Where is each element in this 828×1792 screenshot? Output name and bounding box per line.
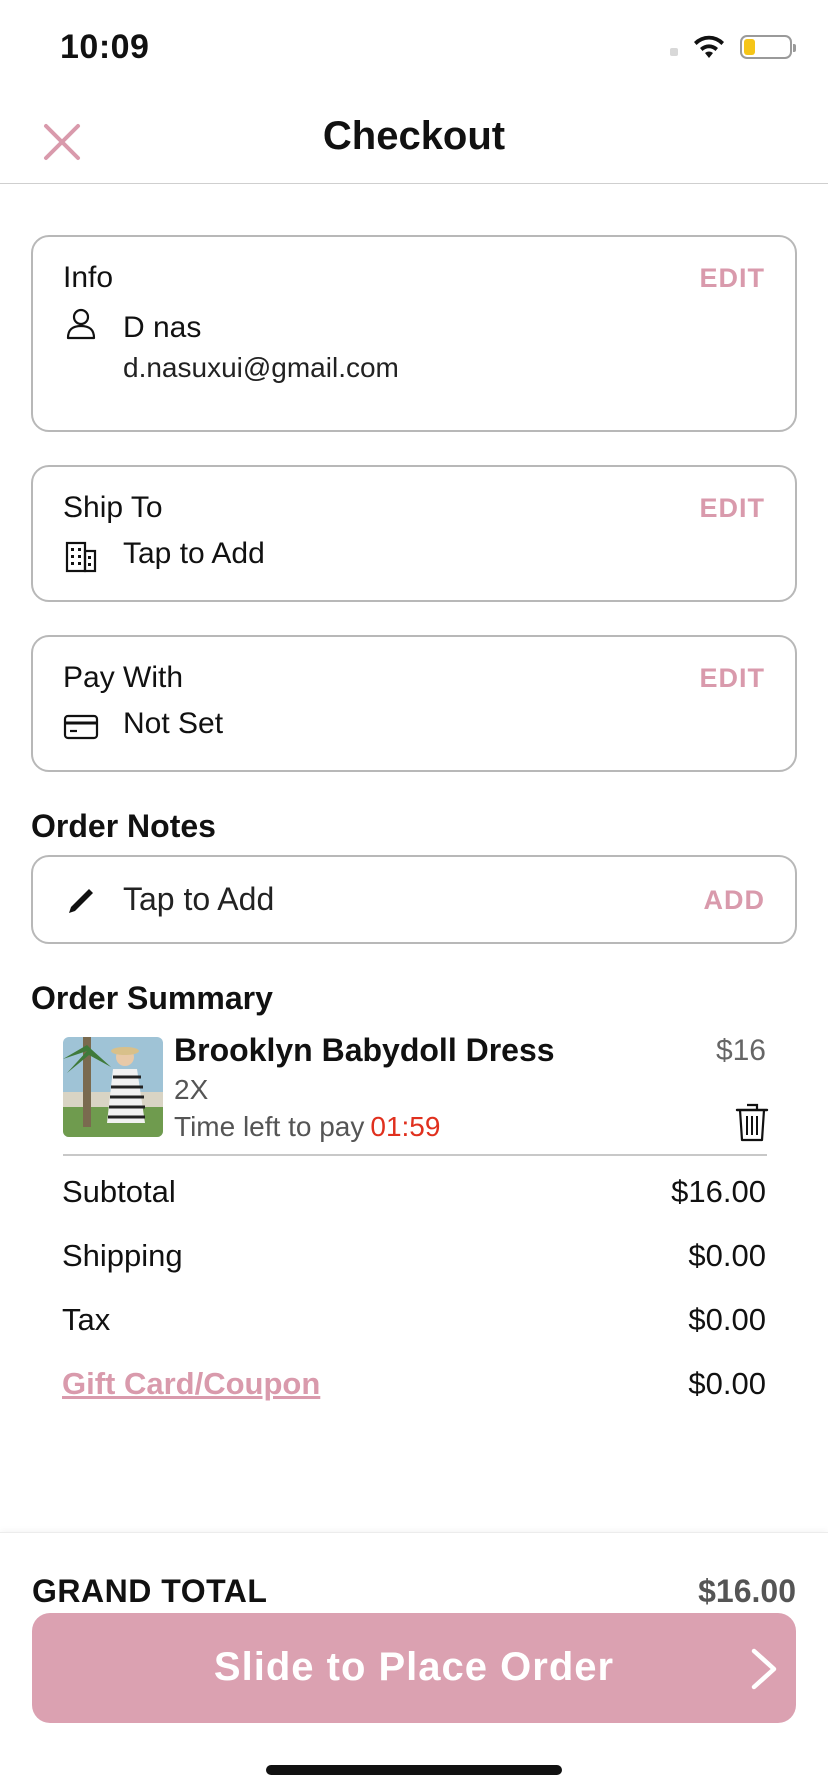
- item-divider: [63, 1154, 767, 1156]
- coupon-value: $0.00: [688, 1366, 766, 1401]
- shipping-value: $0.00: [688, 1238, 766, 1273]
- product-price: $16: [715, 1034, 766, 1067]
- info-card-title: Info: [63, 261, 114, 294]
- person-icon: [66, 308, 96, 340]
- grand-total-label: GRAND TOTAL: [32, 1573, 268, 1609]
- product-size: 2X: [174, 1074, 209, 1105]
- ship-to-value: Tap to Add: [123, 537, 265, 570]
- header: Checkout: [0, 100, 828, 184]
- info-card[interactable]: Info EDIT D nas d.nasuxui@gmail.com: [31, 235, 797, 432]
- shipping-label: Shipping: [62, 1238, 183, 1273]
- ship-to-title: Ship To: [63, 491, 163, 524]
- info-edit-button[interactable]: EDIT: [699, 263, 765, 294]
- tax-label: Tax: [62, 1302, 111, 1337]
- info-name: D nas: [123, 311, 202, 344]
- bottom-bar: GRAND TOTAL $16.00 Slide to Place Order: [0, 1532, 828, 1792]
- order-notes-heading: Order Notes: [31, 808, 216, 844]
- gift-card-coupon-link[interactable]: Gift Card/Coupon: [62, 1366, 320, 1402]
- battery-level: [744, 39, 755, 55]
- wifi-icon: [694, 35, 724, 58]
- pay-timer-row: Time left to pay 01:59: [174, 1111, 440, 1143]
- slide-button-label: Slide to Place Order: [213, 1645, 615, 1689]
- tax-value: $0.00: [688, 1302, 766, 1337]
- status-bar: 10:09: [0, 0, 828, 100]
- product-thumbnail[interactable]: [63, 1037, 163, 1137]
- ship-to-card[interactable]: Ship To EDIT Tap to Add: [31, 465, 797, 602]
- order-summary-heading: Order Summary: [31, 980, 273, 1016]
- coupon-row: Gift Card/Coupon $0.00: [62, 1366, 766, 1402]
- pencil-icon: [69, 889, 93, 913]
- order-notes-add-button[interactable]: ADD: [704, 885, 766, 916]
- pay-timer-label: Time left to pay: [174, 1111, 365, 1142]
- order-notes-placeholder: Tap to Add: [123, 881, 275, 917]
- pay-with-card[interactable]: Pay With EDIT Not Set: [31, 635, 797, 772]
- credit-card-icon: [63, 714, 99, 740]
- pay-timer-value: 01:59: [370, 1111, 441, 1142]
- status-icons: [670, 34, 796, 60]
- info-email: d.nasuxui@gmail.com: [123, 352, 399, 383]
- battery-icon: [740, 35, 796, 59]
- subtotal-label: Subtotal: [62, 1174, 176, 1209]
- chevron-right-icon: [751, 1648, 777, 1690]
- slide-to-place-order-button[interactable]: Slide to Place Order: [32, 1613, 796, 1723]
- tax-row: Tax $0.00: [62, 1302, 766, 1338]
- signal-icon: [670, 48, 678, 56]
- order-notes-field[interactable]: Tap to Add ADD: [31, 855, 797, 944]
- building-icon: [65, 541, 97, 573]
- home-indicator: [266, 1765, 562, 1775]
- subtotal-value: $16.00: [671, 1174, 766, 1209]
- grand-total-value: $16.00: [698, 1573, 796, 1609]
- pay-with-title: Pay With: [63, 661, 184, 694]
- status-time: 10:09: [60, 28, 150, 66]
- page-title: Checkout: [322, 114, 506, 158]
- pay-with-edit-button[interactable]: EDIT: [699, 663, 765, 694]
- trash-icon[interactable]: [734, 1101, 770, 1143]
- product-name[interactable]: Brooklyn Babydoll Dress: [174, 1032, 555, 1069]
- ship-to-edit-button[interactable]: EDIT: [699, 493, 765, 524]
- pay-with-value: Not Set: [123, 707, 224, 740]
- shipping-row: Shipping $0.00: [62, 1238, 766, 1274]
- subtotal-row: Subtotal $16.00: [62, 1174, 766, 1210]
